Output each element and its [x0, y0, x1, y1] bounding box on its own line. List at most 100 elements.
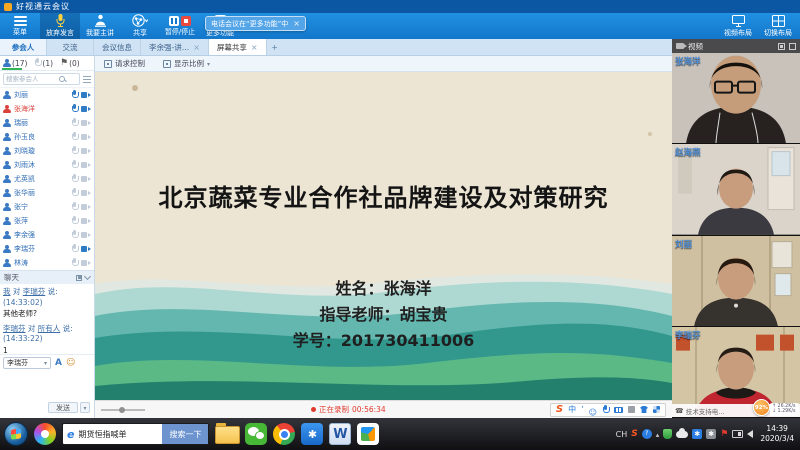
participant-row[interactable]: 刘丽	[0, 88, 94, 102]
mic-icon[interactable]	[71, 202, 78, 212]
mic-icon[interactable]	[71, 216, 78, 226]
participant-row[interactable]: 李瑞芬	[0, 242, 94, 256]
chat-target-select[interactable]: 李瑞芬	[3, 357, 51, 369]
taskbar-search[interactable]: e 期货恒指喊单 搜索一下	[62, 423, 209, 445]
camera-icon[interactable]	[81, 92, 91, 99]
taskbar-item[interactable]	[215, 426, 239, 443]
cloud-icon[interactable]	[676, 431, 688, 438]
video-layout-button[interactable]: 视频布局	[718, 13, 758, 39]
participant-row[interactable]: 刘雨沐	[0, 158, 94, 172]
participant-row[interactable]: 张华丽	[0, 186, 94, 200]
send-button[interactable]: 发送	[48, 402, 78, 413]
search-icon[interactable]	[59, 76, 66, 83]
mic-icon[interactable]	[71, 244, 78, 254]
give-up-speech-button[interactable]: 放弃发言	[40, 13, 80, 39]
request-control-button[interactable]: 请求控制	[104, 58, 145, 69]
sogou-logo-icon[interactable]: S	[556, 404, 563, 415]
emoji-icon[interactable]	[589, 400, 597, 419]
action-center-flag-icon[interactable]	[720, 429, 728, 439]
app-cube-icon[interactable]	[357, 423, 379, 445]
app-star-icon[interactable]	[301, 423, 323, 445]
volume-icon[interactable]	[747, 430, 753, 438]
mic-icon[interactable]	[71, 104, 78, 114]
tab-chat[interactable]: 交流	[47, 39, 94, 55]
security-shield-icon[interactable]	[663, 429, 672, 439]
camera-icon[interactable]	[81, 148, 91, 155]
slider-knob[interactable]	[119, 407, 125, 413]
camera-icon[interactable]	[81, 162, 91, 169]
close-tab-icon[interactable]	[193, 43, 200, 52]
camera-icon[interactable]	[81, 106, 91, 113]
send-options-button[interactable]	[80, 402, 90, 413]
optimizer-ball[interactable]: 92%	[753, 399, 770, 416]
share-button[interactable]: 共享	[120, 13, 160, 39]
skin-icon[interactable]	[640, 406, 648, 413]
mic-icon[interactable]	[71, 230, 78, 240]
font-button[interactable]: A	[55, 358, 62, 368]
hidden-icons-button[interactable]	[656, 430, 660, 439]
taskbar-clock[interactable]: 14:39 2020/3/4	[760, 424, 794, 444]
tray-star-blue-icon[interactable]	[692, 429, 702, 439]
grid-icon[interactable]	[653, 406, 660, 413]
tray-star-grey-icon[interactable]	[706, 429, 716, 439]
close-tab-icon[interactable]	[251, 43, 258, 52]
camera-icon[interactable]	[81, 190, 91, 197]
popout-icon[interactable]	[76, 275, 82, 281]
stat-participants[interactable]: (17)	[3, 59, 27, 68]
menu-button[interactable]: 菜单	[0, 13, 40, 39]
camera-icon[interactable]	[81, 218, 91, 225]
search-go-button[interactable]: 搜索一下	[162, 424, 208, 444]
tab-screen-share[interactable]: 屏幕共享	[209, 39, 267, 55]
zoom-slider[interactable]	[101, 409, 145, 411]
tab-document[interactable]: 李余强-讲…	[141, 39, 209, 55]
camera-icon[interactable]	[81, 260, 91, 267]
camera-icon[interactable]	[81, 232, 91, 239]
participant-row[interactable]: 尤英凯	[0, 172, 94, 186]
mic-icon[interactable]	[71, 160, 78, 170]
participant-row[interactable]: 林涛	[0, 256, 94, 270]
sogou-tray-icon[interactable]: S	[631, 429, 637, 439]
emoji-button[interactable]	[66, 358, 75, 368]
wechat-icon[interactable]	[245, 423, 267, 445]
mic-icon[interactable]	[71, 188, 78, 198]
camera-icon[interactable]	[81, 120, 91, 127]
stat-flags[interactable]: (0)	[60, 58, 80, 68]
ime-mode-toggle[interactable]: 中	[568, 404, 576, 415]
participant-row[interactable]: 张萍	[0, 214, 94, 228]
network-speed-widget[interactable]: ↑ 26.2K/s ↓ 1.29K/s	[770, 403, 799, 416]
participant-row[interactable]: 李余强	[0, 228, 94, 242]
mic-icon[interactable]	[71, 146, 78, 156]
participant-row[interactable]: 张宁	[0, 200, 94, 214]
camera-icon[interactable]	[81, 176, 91, 183]
display-ratio-button[interactable]: 显示比例	[163, 58, 210, 69]
chrome-icon[interactable]	[273, 423, 295, 445]
tab-participants[interactable]: 参会人	[0, 39, 47, 55]
search-text[interactable]: 期货恒指喊单	[78, 429, 162, 440]
expand-icon[interactable]	[789, 43, 796, 50]
camera-icon[interactable]	[81, 246, 91, 253]
tooltip-close-icon[interactable]	[293, 19, 300, 28]
video-feed[interactable]: 刘丽	[672, 236, 800, 327]
mic-icon[interactable]	[71, 174, 78, 184]
mic-icon[interactable]	[71, 90, 78, 100]
voice-input-icon[interactable]	[602, 405, 609, 415]
start-button[interactable]	[4, 422, 28, 446]
be-presenter-button[interactable]: 我要主讲	[80, 13, 120, 39]
video-feed[interactable]: 张海洋	[672, 53, 800, 144]
word-icon[interactable]	[329, 423, 351, 445]
language-indicator[interactable]: CH	[616, 430, 628, 439]
popout-icon[interactable]	[778, 43, 785, 50]
tab-meeting-info[interactable]: 会议信息	[94, 39, 141, 55]
participant-row[interactable]: 瑞丽	[0, 116, 94, 130]
tray-help-icon[interactable]: ?	[642, 429, 652, 439]
chat-input[interactable]	[0, 370, 94, 400]
search-input[interactable]	[6, 75, 58, 83]
participant-row[interactable]: 刘晓璇	[0, 144, 94, 158]
video-feed[interactable]: 李瑞芬 技术支持电… 92% ↑ 26.2K/s ↓ 1.29K/s	[672, 327, 800, 418]
participant-row[interactable]: 张海洋	[0, 102, 94, 116]
pause-stop-button[interactable]: 暂停/停止	[160, 13, 200, 39]
toolbox-icon[interactable]	[628, 406, 635, 413]
camera-icon[interactable]	[81, 134, 91, 141]
mic-icon[interactable]	[71, 258, 78, 268]
list-view-icon[interactable]	[83, 76, 91, 83]
